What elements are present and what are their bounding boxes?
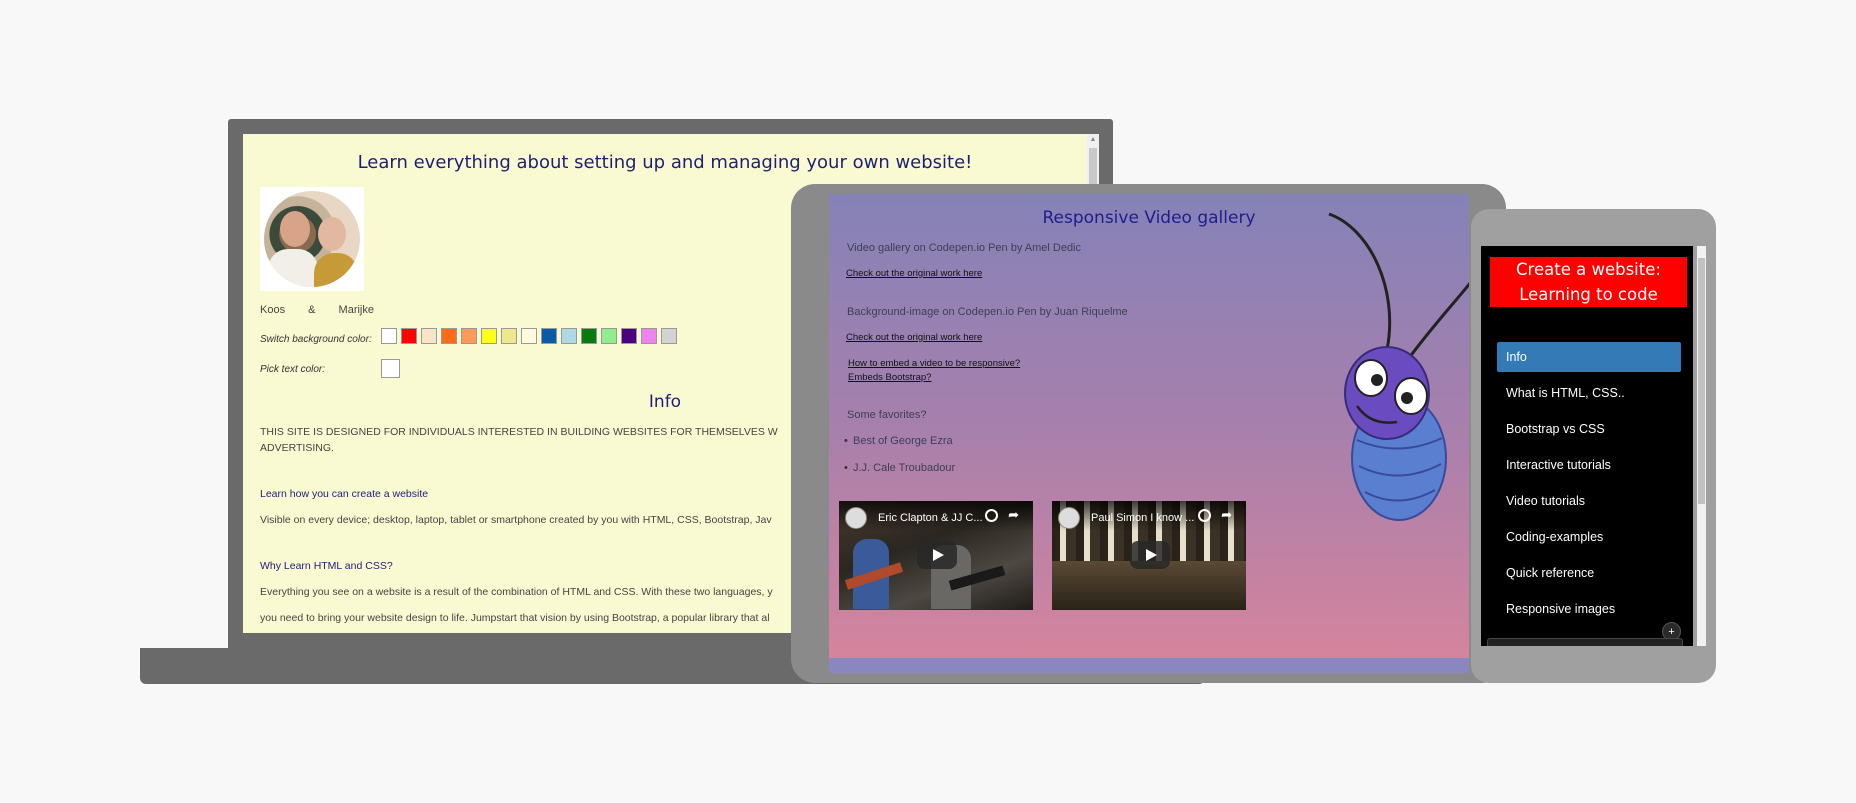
channel-avatar[interactable] (1058, 507, 1080, 529)
color-swatch[interactable] (621, 328, 637, 344)
side-nav: Info What is HTML, CSS.. Bootstrap vs CS… (1497, 342, 1681, 630)
favorites-heading: Some favorites? (847, 409, 927, 421)
video-player-1[interactable]: Eric Clapton & JJ C... ➦ (839, 501, 1033, 610)
bg-color-swatches (381, 328, 677, 344)
nav-item-info[interactable]: Info (1497, 342, 1681, 372)
share-icon[interactable]: ➦ (1221, 507, 1232, 523)
color-swatch[interactable] (401, 328, 417, 344)
nav-item-bootstrap[interactable]: Bootstrap vs CSS (1497, 414, 1681, 450)
scroll-up-icon[interactable]: ▲ (1087, 134, 1099, 146)
phone-screen: Create a website: Learning to code Info … (1481, 246, 1693, 646)
color-swatch[interactable] (521, 328, 537, 344)
names: Koos & Marijke (260, 304, 394, 316)
tablet-footer-strip (829, 658, 1469, 673)
name-koos: Koos (260, 304, 286, 316)
color-swatch[interactable] (601, 328, 617, 344)
color-swatch[interactable] (461, 328, 477, 344)
original-work-link-1[interactable]: Check out the original work here (846, 268, 982, 279)
color-swatch[interactable] (641, 328, 657, 344)
gallery-credit-1: Video gallery on Codepen.io Pen by Amel … (847, 242, 1082, 254)
header-line-1: Create a website: (1516, 260, 1661, 279)
favorite-item: Best of George Ezra (844, 435, 953, 447)
color-swatch[interactable] (481, 328, 497, 344)
embed-responsive-link[interactable]: How to embed a video to be responsive? (848, 358, 1020, 369)
name-marijke: Marijke (338, 304, 374, 316)
nav-item-quick-ref[interactable]: Quick reference (1497, 558, 1681, 594)
play-button[interactable] (1130, 541, 1170, 569)
video-player-2[interactable]: Paul Simon I know ... ➦ (1052, 501, 1246, 610)
page-title: Learn everything about setting up and ma… (357, 152, 973, 173)
switch-bg-label: Switch background color: (260, 334, 372, 345)
original-work-link-2[interactable]: Check out the original work here (846, 332, 982, 343)
embeds-bootstrap-link[interactable]: Embeds Bootstrap? (848, 372, 931, 383)
color-swatch[interactable] (381, 328, 397, 344)
color-swatch[interactable] (501, 328, 517, 344)
color-swatch[interactable] (581, 328, 597, 344)
color-swatch[interactable] (441, 328, 457, 344)
color-swatch[interactable] (561, 328, 577, 344)
header-line-2: Learning to code (1519, 285, 1658, 304)
learn-create-link[interactable]: Learn how you can create a website (260, 488, 428, 500)
channel-avatar[interactable] (845, 507, 867, 529)
video-title[interactable]: Paul Simon I know ... (1091, 512, 1194, 524)
name-ampersand: & (308, 304, 316, 316)
nav-item-video[interactable]: Video tutorials (1497, 486, 1681, 522)
play-button[interactable] (917, 541, 957, 569)
nav-item-responsive[interactable]: Responsive images (1497, 594, 1681, 630)
site-header: Create a website: Learning to code (1490, 257, 1687, 307)
text-color-picker[interactable] (381, 359, 400, 378)
nav-item-coding[interactable]: Coding-examples (1497, 522, 1681, 558)
favorite-item: J.J. Cale Troubadour (844, 462, 955, 474)
color-swatch[interactable] (421, 328, 437, 344)
gallery-credit-2: Background-image on Codepen.io Pen by Ju… (847, 306, 1128, 318)
nav-item-html-css[interactable]: What is HTML, CSS.. (1497, 378, 1681, 414)
color-swatch[interactable] (661, 328, 677, 344)
watch-later-icon[interactable] (1198, 509, 1211, 522)
pick-text-label: Pick text color: (260, 364, 326, 375)
phone-scrollbar[interactable] (1697, 246, 1706, 646)
watch-later-icon[interactable] (985, 509, 998, 522)
nav-item-interactive[interactable]: Interactive tutorials (1497, 450, 1681, 486)
cricket-mascot-illustration (1328, 212, 1469, 521)
profile-photo (260, 187, 364, 291)
scroll-thumb[interactable] (1698, 258, 1705, 504)
why-learn-link[interactable]: Why Learn HTML and CSS? (260, 560, 393, 572)
share-icon[interactable]: ➦ (1008, 507, 1019, 523)
tablet-screen: Responsive Video gallery Video gallery o… (829, 194, 1469, 673)
scroll-thumb[interactable] (1089, 148, 1097, 188)
video-title[interactable]: Eric Clapton & JJ C... (878, 512, 983, 524)
search-input[interactable] (1487, 638, 1683, 646)
color-swatch[interactable] (541, 328, 557, 344)
